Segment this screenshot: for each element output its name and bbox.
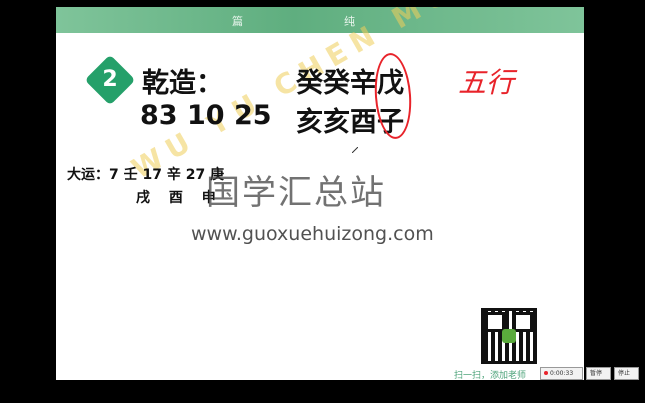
url-watermark: www.guoxuehuizong.com xyxy=(191,223,434,245)
handwritten-annotation: 五行 xyxy=(458,66,515,99)
site-watermark: 国学汇总站 xyxy=(206,173,386,213)
pause-button[interactable]: 暂停 xyxy=(586,367,611,380)
qr-logo-icon xyxy=(502,329,516,343)
recording-time: 0:00:33 xyxy=(550,370,574,377)
record-dot-icon xyxy=(544,371,548,375)
qr-caption: 扫一扫，添加老师 xyxy=(454,371,527,380)
recording-timer-button[interactable]: 0:00:33 xyxy=(540,367,583,380)
slide-header-bar: 篇 纯 xyxy=(56,7,584,33)
dayun-line-2: 戌 酉 申 xyxy=(136,190,216,206)
number-badge-text: 2 xyxy=(102,67,118,92)
presentation-slide: 篇 纯 WU YU CHEN MU YAN 2 乾造： 83 10 25 癸癸辛… xyxy=(56,7,584,380)
birth-date: 83 10 25 xyxy=(140,100,272,131)
stop-button[interactable]: 停止 xyxy=(614,367,639,380)
recorder-toolbar: 0:00:33 暂停 停止 xyxy=(540,367,645,380)
pen-cursor-icon xyxy=(352,147,358,153)
chart-label: 乾造： xyxy=(142,68,223,99)
dayun-line-1: 大运：7 壬 17 辛 27 庚 xyxy=(67,167,225,183)
header-left-text: 篇 xyxy=(232,15,243,28)
